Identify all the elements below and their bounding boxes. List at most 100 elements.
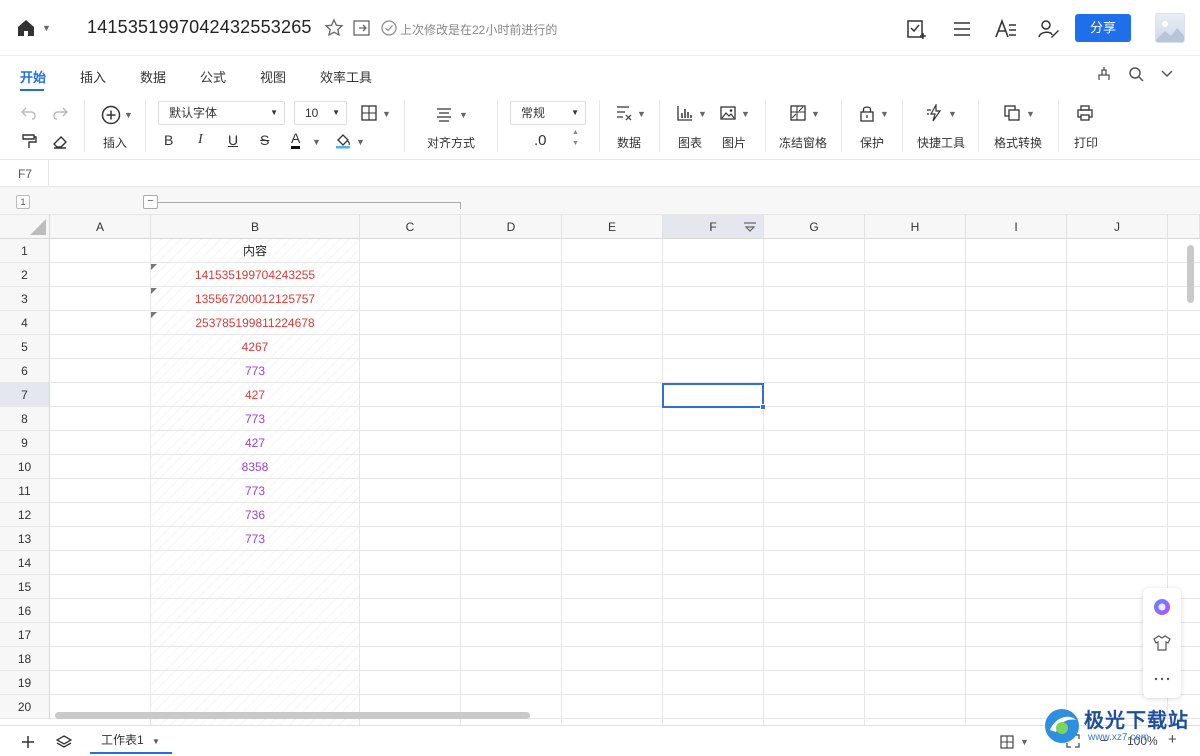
format-convert-dropdown-icon[interactable]: ▼ <box>1026 109 1035 119</box>
cell-b1[interactable]: 内容 <box>151 239 359 263</box>
row-header-7[interactable]: 7 <box>0 383 50 407</box>
cell-b8[interactable]: 773 <box>151 407 359 431</box>
column-header-e[interactable]: E <box>562 215 663 239</box>
column-header-h[interactable]: H <box>865 215 966 239</box>
column-header-g[interactable]: G <box>764 215 865 239</box>
italic-button[interactable]: I <box>198 132 203 148</box>
tab-insert[interactable]: 插入 <box>80 67 106 86</box>
menu-icon[interactable] <box>951 18 973 40</box>
image-dropdown-icon[interactable]: ▼ <box>741 109 750 119</box>
cell-reference[interactable]: F7 <box>18 167 32 181</box>
vertical-scrollbar[interactable] <box>1187 245 1194 303</box>
data-dropdown-icon[interactable]: ▼ <box>637 109 646 119</box>
freeze-panes-icon[interactable] <box>789 104 807 122</box>
skin-theme-icon[interactable] <box>1153 634 1171 652</box>
tab-formula[interactable]: 公式 <box>200 67 226 86</box>
protect-dropdown-icon[interactable]: ▼ <box>880 109 889 119</box>
insert-dropdown-icon[interactable]: ▼ <box>124 110 133 120</box>
format-convert-icon[interactable] <box>1003 104 1021 122</box>
row-header-14[interactable]: 14 <box>0 551 50 575</box>
fill-color-dropdown-icon[interactable]: ▼ <box>356 137 365 147</box>
cell-b11[interactable]: 773 <box>151 479 359 503</box>
row-header-19[interactable]: 19 <box>0 671 50 695</box>
row-header-17[interactable]: 17 <box>0 623 50 647</box>
column-header-c[interactable]: C <box>360 215 461 239</box>
increase-decimal-icon[interactable]: ▲ <box>572 129 579 136</box>
underline-button[interactable]: U <box>228 132 238 148</box>
bold-button[interactable]: B <box>164 132 173 148</box>
borders-dropdown-icon[interactable]: ▼ <box>382 109 391 119</box>
freeze-dropdown-icon[interactable]: ▼ <box>811 109 820 119</box>
row-header-16[interactable]: 16 <box>0 599 50 623</box>
cell-b13[interactable]: 773 <box>151 527 359 551</box>
insert-button[interactable]: 插入 <box>103 134 127 151</box>
cell-b6[interactable]: 773 <box>151 359 359 383</box>
align-icon[interactable] <box>435 105 453 123</box>
row-header-3[interactable]: 3 <box>0 287 50 311</box>
row-header-9[interactable]: 9 <box>0 431 50 455</box>
number-as-text-indicator-icon[interactable] <box>151 288 157 294</box>
row-header-15[interactable]: 15 <box>0 575 50 599</box>
cell-b4[interactable]: 253785199811224678 <box>151 311 359 335</box>
freeze-panes-button[interactable]: 冻结窗格 <box>779 134 827 151</box>
column-header-i[interactable]: I <box>966 215 1067 239</box>
row-header-12[interactable]: 12 <box>0 503 50 527</box>
row-header-11[interactable]: 11 <box>0 479 50 503</box>
font-color-button[interactable]: A <box>291 130 301 149</box>
number-format-select[interactable]: 常规 ▼ <box>510 101 586 125</box>
align-button[interactable]: 对齐方式 <box>427 134 475 151</box>
ai-assistant-icon[interactable] <box>1153 598 1171 616</box>
text-style-icon[interactable] <box>994 18 1018 40</box>
sheet-list-icon[interactable] <box>56 734 72 750</box>
font-size-select[interactable]: 10 ▼ <box>294 101 347 125</box>
cell-b3[interactable]: 135567200012125757 <box>151 287 359 311</box>
view-dropdown-icon[interactable]: ▼ <box>1020 737 1029 747</box>
insert-plus-icon[interactable] <box>100 104 122 126</box>
collaborator-icon[interactable] <box>1038 18 1060 40</box>
column-header-d[interactable]: D <box>461 215 562 239</box>
column-header-b[interactable]: B <box>151 215 360 239</box>
row-header-5[interactable]: 5 <box>0 335 50 359</box>
decrease-decimal-icon[interactable]: ▼ <box>572 140 579 147</box>
chart-icon[interactable] <box>676 104 694 122</box>
number-as-text-indicator-icon[interactable] <box>151 264 157 270</box>
tab-data[interactable]: 数据 <box>140 67 166 86</box>
cell-b5[interactable]: 4267 <box>151 335 359 359</box>
add-to-list-icon[interactable] <box>906 18 928 40</box>
format-painter-icon[interactable] <box>20 132 38 150</box>
row-header-18[interactable]: 18 <box>0 647 50 671</box>
active-cell-selection[interactable] <box>662 383 764 408</box>
collapse-ribbon-icon[interactable] <box>1159 67 1175 81</box>
redo-icon[interactable] <box>51 104 69 122</box>
number-as-text-indicator-icon[interactable] <box>151 312 157 318</box>
row-header-8[interactable]: 8 <box>0 407 50 431</box>
lock-icon[interactable] <box>858 104 876 122</box>
protect-button[interactable]: 保护 <box>860 134 884 151</box>
row-header-4[interactable]: 4 <box>0 311 50 335</box>
filter-icon[interactable] <box>742 220 758 234</box>
quick-tools-icon[interactable] <box>926 104 944 122</box>
outline-level-button[interactable]: 1 <box>16 195 30 209</box>
fill-handle[interactable] <box>760 404 766 410</box>
avatar[interactable] <box>1155 13 1185 43</box>
eraser-icon[interactable] <box>51 132 69 150</box>
grid-view-icon[interactable] <box>1000 735 1014 749</box>
format-painter-tool-icon[interactable] <box>1095 65 1113 83</box>
chart-button[interactable]: 图表 <box>678 134 702 151</box>
print-button[interactable]: 打印 <box>1074 134 1098 151</box>
sheet-tab[interactable]: 工作表1 ▼ <box>90 726 172 754</box>
tab-start[interactable]: 开始 <box>20 67 46 86</box>
spreadsheet-grid[interactable]: ABCDEFGHIJ 1 2 3 4 5 6 7 8 9 10 11 12 13 14 15 16 17 18 19… <box>0 215 1200 725</box>
add-sheet-icon[interactable] <box>20 734 36 750</box>
move-to-folder-icon[interactable] <box>352 18 372 38</box>
data-button[interactable]: 数据 <box>617 134 641 151</box>
column-header-j[interactable]: J <box>1067 215 1168 239</box>
home-dropdown-icon[interactable]: ▼ <box>42 23 51 33</box>
horizontal-scrollbar[interactable] <box>55 712 530 719</box>
image-icon[interactable] <box>719 104 737 122</box>
printer-icon[interactable] <box>1076 104 1094 122</box>
strikethrough-button[interactable]: S <box>260 132 269 148</box>
row-header-2[interactable]: 2 <box>0 263 50 287</box>
column-header-a[interactable]: A <box>50 215 151 239</box>
image-button[interactable]: 图片 <box>722 134 746 151</box>
